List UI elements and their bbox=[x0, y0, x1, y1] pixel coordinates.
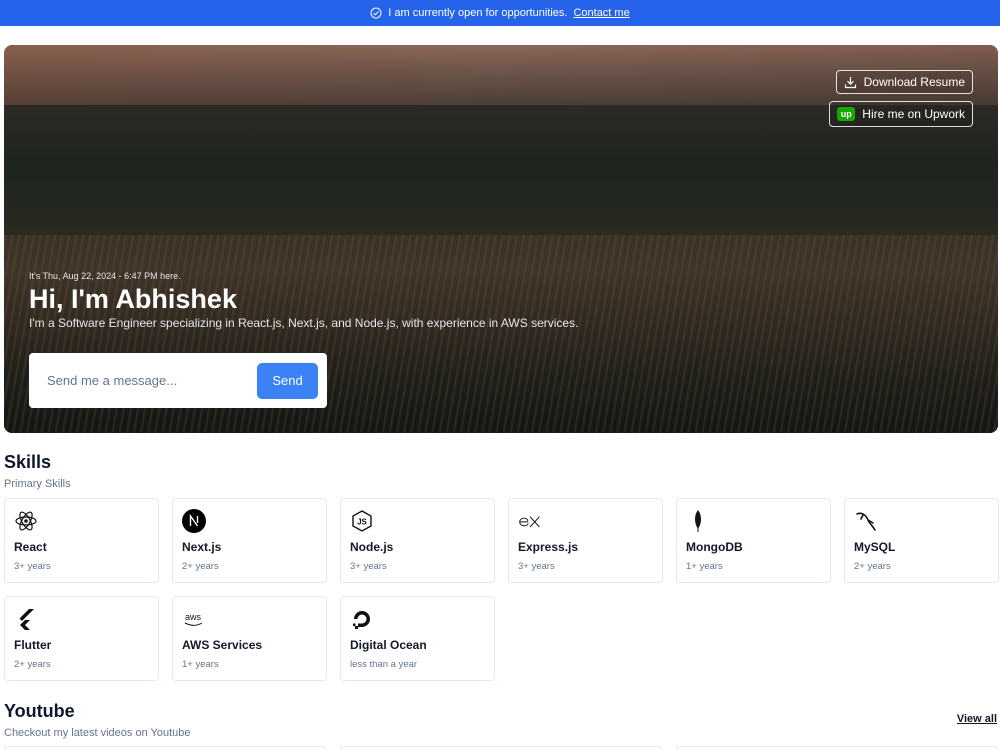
skills-subtitle: Primary Skills bbox=[4, 478, 71, 490]
youtube-video-list bbox=[4, 746, 998, 750]
message-input[interactable] bbox=[47, 373, 257, 388]
skill-name: Next.js bbox=[182, 540, 222, 554]
skill-card[interactable]: JS Node.js 3+ years bbox=[340, 498, 495, 583]
download-icon bbox=[844, 76, 856, 88]
hero-subtitle: I'm a Software Engineer specializing in … bbox=[29, 316, 579, 330]
skill-card[interactable]: React 3+ years bbox=[4, 498, 159, 583]
download-resume-button[interactable]: Download Resume bbox=[835, 70, 973, 94]
skill-years: 2+ years bbox=[14, 659, 51, 670]
check-circle-icon bbox=[370, 7, 382, 19]
skill-years: 2+ years bbox=[854, 561, 891, 572]
skill-card[interactable]: MySQL 2+ years bbox=[844, 498, 999, 583]
banner-text: I am currently open for opportunities. bbox=[388, 7, 568, 19]
express-icon bbox=[518, 509, 542, 533]
digitalocean-icon bbox=[350, 607, 374, 631]
skill-card[interactable]: Express.js 3+ years bbox=[508, 498, 663, 583]
skill-name: Flutter bbox=[14, 638, 52, 652]
video-card[interactable] bbox=[340, 746, 662, 750]
skill-years: 3+ years bbox=[518, 561, 555, 572]
skills-grid: React 3+ years Next.js 2+ years JS Node.… bbox=[4, 498, 999, 681]
video-card[interactable] bbox=[676, 746, 998, 750]
hero-section: Download Resume up Hire me on Upwork It'… bbox=[4, 45, 998, 433]
nextjs-icon bbox=[182, 509, 206, 533]
skill-card[interactable]: MongoDB 1+ years bbox=[676, 498, 831, 583]
skill-card[interactable]: Digital Ocean less than a year bbox=[340, 596, 495, 681]
mongodb-icon bbox=[686, 509, 710, 533]
skill-years: 1+ years bbox=[182, 659, 219, 670]
svg-text:aws: aws bbox=[185, 612, 202, 622]
hire-upwork-button[interactable]: up Hire me on Upwork bbox=[829, 101, 973, 127]
upwork-logo-icon: up bbox=[837, 107, 856, 121]
skill-card[interactable]: Flutter 2+ years bbox=[4, 596, 159, 681]
hero-title: Hi, I'm Abhishek bbox=[29, 284, 237, 314]
skill-years: less than a year bbox=[350, 659, 418, 670]
contact-me-link[interactable]: Contact me bbox=[573, 7, 629, 19]
hire-upwork-label: Hire me on Upwork bbox=[862, 107, 965, 121]
view-all-link[interactable]: View all bbox=[957, 713, 997, 725]
youtube-title: Youtube bbox=[4, 701, 75, 721]
mysql-icon bbox=[854, 509, 878, 533]
skill-name: React bbox=[14, 540, 47, 554]
skill-card[interactable]: Next.js 2+ years bbox=[172, 498, 327, 583]
message-form: Send bbox=[29, 353, 327, 408]
skill-name: Node.js bbox=[350, 540, 394, 554]
skill-years: 3+ years bbox=[350, 561, 387, 572]
react-icon bbox=[14, 509, 38, 533]
send-button[interactable]: Send bbox=[257, 362, 318, 399]
skill-name: MongoDB bbox=[686, 540, 743, 554]
aws-icon: aws bbox=[182, 607, 206, 631]
flutter-icon bbox=[14, 607, 38, 631]
announcement-banner: I am currently open for opportunities. C… bbox=[0, 0, 1000, 26]
skill-years: 2+ years bbox=[182, 561, 219, 572]
svg-text:JS: JS bbox=[357, 518, 367, 527]
skill-name: Digital Ocean bbox=[350, 638, 427, 652]
skill-name: AWS Services bbox=[182, 638, 263, 652]
local-time-text: It's Thu, Aug 22, 2024 - 6:47 PM here. bbox=[29, 271, 181, 281]
video-card[interactable] bbox=[4, 746, 326, 750]
skill-name: MySQL bbox=[854, 540, 896, 554]
skill-card[interactable]: aws AWS Services 1+ years bbox=[172, 596, 327, 681]
download-resume-label: Download Resume bbox=[863, 75, 965, 89]
youtube-subtitle: Checkout my latest videos on Youtube bbox=[4, 727, 191, 739]
nodejs-icon: JS bbox=[350, 509, 374, 533]
skills-title: Skills bbox=[4, 452, 52, 472]
skill-years: 3+ years bbox=[14, 561, 51, 572]
skill-name: Express.js bbox=[518, 540, 579, 554]
skill-years: 1+ years bbox=[686, 561, 723, 572]
